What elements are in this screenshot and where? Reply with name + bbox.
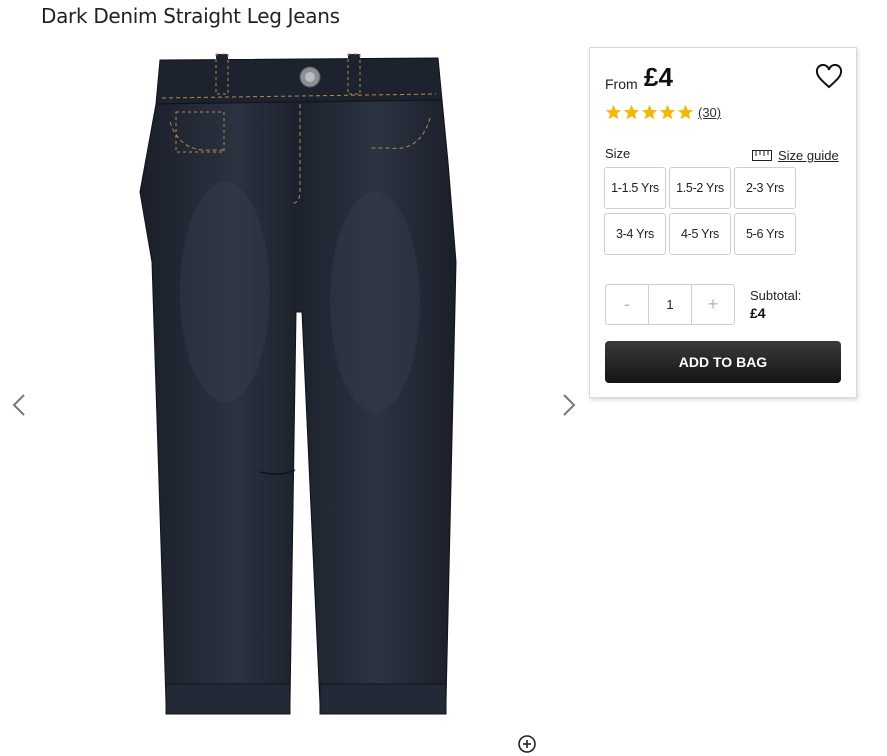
size-guide-link[interactable]: Size guide xyxy=(752,148,839,163)
add-to-bag-button[interactable]: ADD TO BAG xyxy=(605,341,841,383)
size-option[interactable]: 2-3 Yrs xyxy=(734,167,796,209)
product-title: Dark Denim Straight Leg Jeans xyxy=(41,4,340,28)
subtotal-value: £4 xyxy=(750,305,766,321)
zoom-icon[interactable] xyxy=(517,734,539,756)
star-icon xyxy=(677,104,694,120)
rating-stars xyxy=(605,104,694,121)
size-option[interactable]: 4-5 Yrs xyxy=(669,213,731,255)
size-option[interactable]: 5-6 Yrs xyxy=(734,213,796,255)
size-label: Size xyxy=(605,146,631,161)
product-image[interactable] xyxy=(130,52,470,732)
chevron-right-icon xyxy=(563,394,576,416)
increase-quantity-button[interactable]: + xyxy=(692,285,734,324)
ruler-icon xyxy=(752,150,772,161)
size-option[interactable]: 3-4 Yrs xyxy=(604,213,666,255)
star-icon xyxy=(623,104,640,120)
quantity-input[interactable]: 1 xyxy=(648,285,692,324)
subtotal-label: Subtotal: xyxy=(750,288,802,303)
size-option[interactable]: 1-1.5 Yrs xyxy=(604,167,666,209)
chevron-left-icon xyxy=(12,394,25,416)
size-option[interactable]: 1.5-2 Yrs xyxy=(669,167,731,209)
decrease-quantity-button[interactable]: - xyxy=(606,285,648,324)
from-label: From xyxy=(605,76,638,92)
size-options: 1-1.5 Yrs 1.5-2 Yrs 2-3 Yrs 3-4 Yrs 4-5 … xyxy=(604,167,796,255)
next-image-button[interactable] xyxy=(554,385,582,425)
image-gallery xyxy=(0,40,590,744)
star-icon xyxy=(605,104,622,120)
star-icon xyxy=(641,104,658,120)
prev-image-button[interactable] xyxy=(6,385,34,425)
purchase-panel: From £4 (30) Size Size guide 1-1.5 Yrs 1… xyxy=(589,47,857,398)
review-count-link[interactable]: (30) xyxy=(698,105,721,120)
size-guide-label: Size guide xyxy=(778,148,839,163)
heart-icon[interactable] xyxy=(815,64,843,90)
price: £4 xyxy=(644,62,673,92)
star-icon xyxy=(659,104,676,120)
quantity-stepper: - 1 + xyxy=(605,284,735,325)
